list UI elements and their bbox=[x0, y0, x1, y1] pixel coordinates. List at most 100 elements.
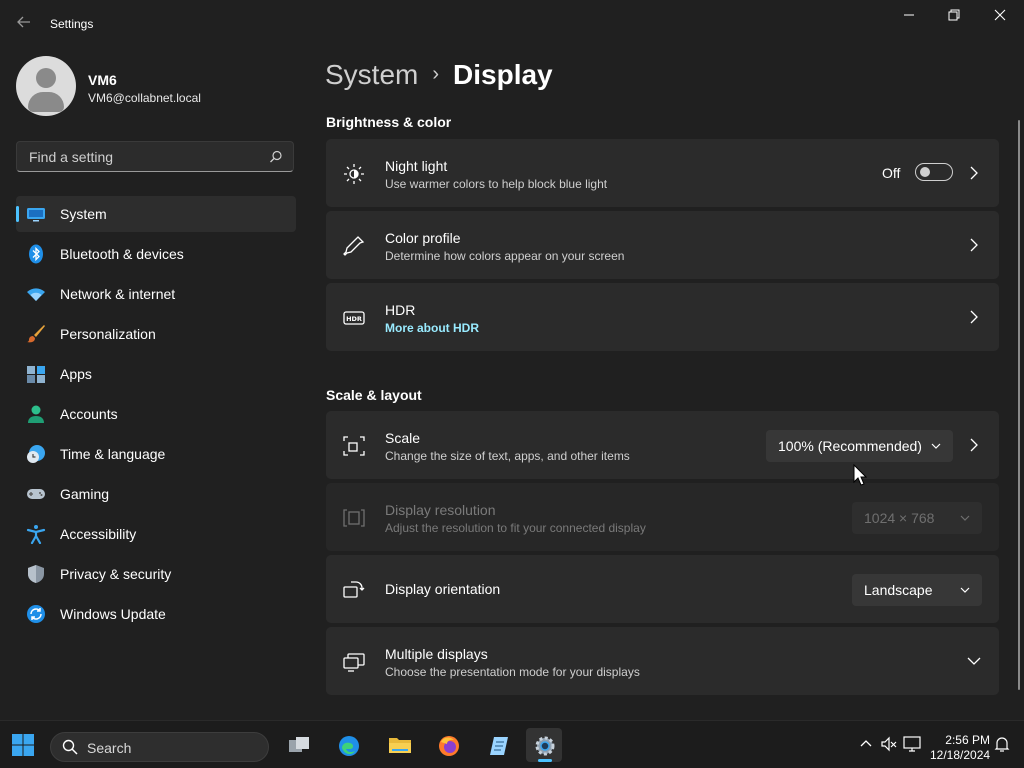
settings-search[interactable] bbox=[16, 141, 294, 172]
sidebar-item-privacy[interactable]: Privacy & security bbox=[16, 556, 296, 592]
chevron-right-icon[interactable] bbox=[969, 238, 979, 252]
active-app-indicator bbox=[538, 759, 552, 762]
sidebar-item-label: Bluetooth & devices bbox=[60, 246, 184, 262]
sidebar-item-label: System bbox=[60, 206, 107, 222]
sidebar-item-label: Network & internet bbox=[60, 286, 176, 302]
gamepad-icon bbox=[27, 489, 45, 499]
search-input[interactable] bbox=[27, 148, 261, 166]
card-title: Display resolution bbox=[385, 502, 496, 518]
bluetooth-icon bbox=[29, 244, 43, 264]
clock-date: 12/18/2024 bbox=[930, 748, 991, 762]
app-title: Settings bbox=[50, 17, 94, 31]
avatar[interactable] bbox=[16, 56, 76, 116]
clock-time: 2:56 PM bbox=[945, 733, 990, 747]
card-subtitle: Determine how colors appear on your scre… bbox=[385, 249, 625, 263]
card-subtitle: Choose the presentation mode for your di… bbox=[385, 665, 640, 679]
chevron-right-icon[interactable] bbox=[969, 438, 979, 452]
sidebar-item-label: Privacy & security bbox=[60, 566, 172, 582]
section-title-scale: Scale & layout bbox=[326, 387, 422, 403]
edge-button[interactable] bbox=[330, 728, 366, 762]
multiple-displays-card[interactable]: Multiple displays Choose the presentatio… bbox=[326, 627, 999, 695]
night-light-card[interactable]: Night light Use warmer colors to help bl… bbox=[326, 139, 999, 207]
card-title: Night light bbox=[385, 158, 448, 174]
edge-icon bbox=[339, 736, 359, 756]
breadcrumb-parent[interactable]: System bbox=[325, 59, 418, 90]
sidebar-nav: System Bluetooth & devices Network & int… bbox=[16, 196, 296, 636]
firefox-button[interactable] bbox=[430, 728, 466, 762]
chevron-down-icon bbox=[931, 443, 941, 449]
accessibility-icon bbox=[26, 525, 46, 544]
taskbar: Search 2:56 PM 12/18/2024 bbox=[0, 720, 1024, 768]
sidebar-item-label: Time & language bbox=[60, 446, 166, 462]
display-orientation-card: Display orientation Landscape bbox=[326, 555, 999, 623]
chevron-down-icon[interactable] bbox=[967, 656, 981, 666]
orientation-icon bbox=[343, 581, 365, 598]
hdr-icon: HDR bbox=[343, 311, 365, 325]
sidebar-item-accounts[interactable]: Accounts bbox=[16, 396, 296, 432]
sidebar-item-label: Gaming bbox=[60, 486, 110, 502]
task-view-button[interactable] bbox=[280, 728, 316, 762]
resolution-icon bbox=[343, 509, 365, 527]
taskbar-search[interactable]: Search bbox=[50, 732, 269, 762]
network-icon bbox=[27, 288, 45, 301]
night-light-toggle[interactable] bbox=[915, 163, 953, 181]
taskbar-search-label: Search bbox=[87, 740, 132, 756]
minimize-button[interactable] bbox=[889, 6, 929, 28]
sidebar-item-network[interactable]: Network & internet bbox=[16, 276, 296, 312]
network-monitor-icon[interactable] bbox=[903, 735, 921, 753]
accounts-icon bbox=[28, 405, 44, 423]
avatar-head bbox=[36, 68, 56, 88]
chevron-right-icon: › bbox=[432, 63, 440, 85]
chevron-right-icon[interactable] bbox=[969, 310, 979, 324]
apps-icon bbox=[27, 366, 45, 383]
file-explorer-icon bbox=[389, 738, 411, 753]
restore-button[interactable] bbox=[934, 6, 974, 28]
sidebar-item-bluetooth[interactable]: Bluetooth & devices bbox=[16, 236, 296, 272]
scale-card[interactable]: Scale Change the size of text, apps, and… bbox=[326, 411, 999, 479]
chevron-right-icon[interactable] bbox=[969, 166, 979, 180]
orientation-dropdown[interactable]: Landscape bbox=[852, 574, 982, 606]
notepad-icon bbox=[490, 737, 508, 755]
time-language-icon bbox=[27, 445, 45, 463]
scrollbar[interactable] bbox=[1018, 120, 1020, 690]
back-arrow-icon[interactable] bbox=[14, 14, 34, 34]
windows-start-icon[interactable] bbox=[12, 734, 34, 756]
brightness-icon bbox=[344, 164, 364, 184]
sidebar-item-apps[interactable]: Apps bbox=[16, 356, 296, 392]
chevron-up-icon[interactable] bbox=[857, 735, 875, 753]
resolution-dropdown: 1024 × 768 bbox=[852, 502, 982, 534]
settings-button[interactable] bbox=[526, 728, 562, 762]
update-icon bbox=[27, 605, 45, 623]
sidebar-item-system[interactable]: System bbox=[16, 196, 296, 232]
card-subtitle: Use warmer colors to help block blue lig… bbox=[385, 177, 608, 191]
hdr-card[interactable]: HDR HDR More about HDR bbox=[326, 283, 999, 351]
avatar-body bbox=[28, 92, 64, 112]
close-button[interactable] bbox=[980, 6, 1020, 28]
sidebar-item-gaming[interactable]: Gaming bbox=[16, 476, 296, 512]
sidebar-item-personalization[interactable]: Personalization bbox=[16, 316, 296, 352]
file-explorer-button[interactable] bbox=[380, 728, 416, 762]
breadcrumb: System › Display bbox=[325, 59, 553, 91]
chevron-down-icon bbox=[960, 515, 970, 521]
eyedropper-icon bbox=[343, 236, 365, 256]
scale-dropdown[interactable]: 100% (Recommended) bbox=[766, 430, 953, 462]
svg-text:HDR: HDR bbox=[346, 315, 362, 323]
sidebar-item-label: Apps bbox=[60, 366, 92, 382]
search-icon bbox=[62, 739, 78, 755]
clock[interactable]: 2:56 PM 12/18/2024 bbox=[930, 733, 990, 763]
title-bar: Settings bbox=[0, 0, 1024, 48]
settings-icon bbox=[535, 736, 555, 756]
search-icon[interactable] bbox=[269, 150, 283, 164]
volume-muted-icon[interactable] bbox=[880, 735, 898, 753]
notification-bell-icon[interactable] bbox=[993, 735, 1011, 753]
sidebar-item-label: Accessibility bbox=[60, 526, 137, 542]
active-indicator bbox=[16, 206, 19, 222]
sidebar-item-windows-update[interactable]: Windows Update bbox=[16, 596, 296, 632]
notepad-button[interactable] bbox=[480, 728, 516, 762]
card-title: Color profile bbox=[385, 230, 461, 246]
sidebar-item-time-language[interactable]: Time & language bbox=[16, 436, 296, 472]
hdr-info-link[interactable]: More about HDR bbox=[385, 321, 479, 335]
sidebar-item-accessibility[interactable]: Accessibility bbox=[16, 516, 296, 552]
card-title: Multiple displays bbox=[385, 646, 488, 662]
color-profile-card[interactable]: Color profile Determine how colors appea… bbox=[326, 211, 999, 279]
